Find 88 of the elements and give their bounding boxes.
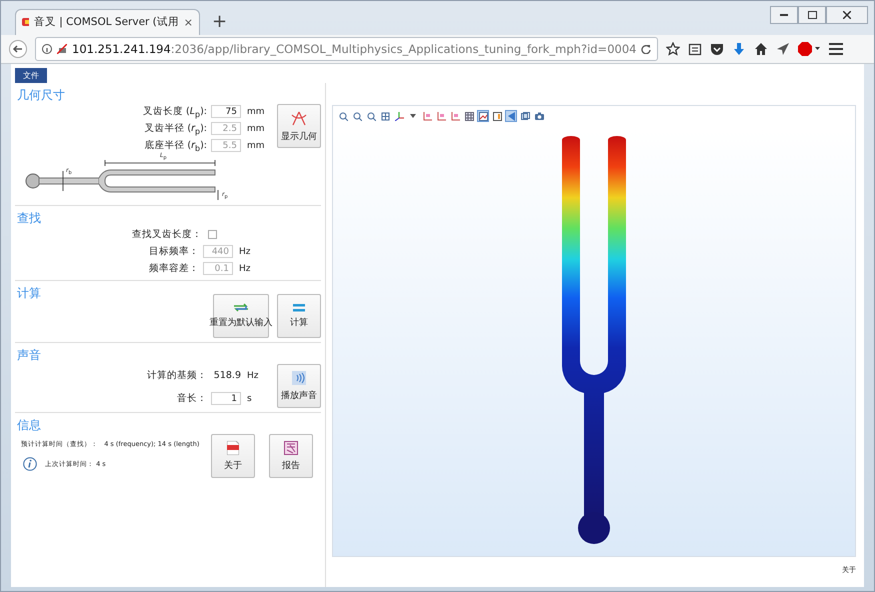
frequency-value: 518.9 [212,370,241,381]
adblock-icon[interactable] [798,42,820,56]
field-label: 底座半径 (r$_{b}$): [144,138,207,152]
equals-icon [293,304,305,312]
checkbox[interactable] [208,230,217,239]
zoom-extents-icon [380,112,390,120]
zoom-box-icon [366,112,376,120]
number-field[interactable]: 75 [211,105,241,118]
pdf-icon [227,440,239,454]
grid-icon [464,112,474,120]
tab-close-button[interactable]: × [184,16,193,29]
toolbar-button[interactable] [477,110,489,122]
field-label: 频率容差： [149,262,199,275]
insecure-lock-icon [57,44,67,54]
axes-icon [394,112,404,120]
view-icon [450,112,460,120]
unit-label: mm [247,106,266,116]
view-icon [422,112,432,120]
send-icon[interactable] [776,42,790,56]
toolbar-button[interactable] [351,110,363,122]
transparency-icon [520,112,530,120]
caret-icon [410,114,416,118]
home-icon[interactable] [754,42,768,56]
maximize-icon [808,11,816,19]
view-icon [436,112,446,120]
report-button[interactable]: 报告 [269,434,313,478]
pocket-icon[interactable] [710,42,724,56]
toolbar-button[interactable] [491,110,503,122]
field-label: 计算的基频： [147,369,207,382]
section-title: 查找 [17,210,42,227]
toolbar-button[interactable] [337,110,349,122]
unit-label: Hz [247,370,260,380]
new-tab-button[interactable]: + [212,10,228,32]
scene-icon [478,112,488,120]
toolbar-button[interactable] [365,110,377,122]
file-menu-button[interactable]: 文件 [15,68,47,83]
reload-icon[interactable] [641,44,652,54]
close-icon [843,11,851,19]
back-icon[interactable] [9,40,27,58]
info-icon [42,44,52,54]
show-geometry-button[interactable]: 显示几何 [277,104,321,148]
zoom-out-icon [352,112,362,120]
section-title: 信息 [17,417,42,434]
swap-arrows-icon [233,303,249,312]
minimize-button[interactable] [770,6,798,24]
toolbar-button[interactable] [379,110,391,122]
field-label: 叉齿半径 (r$_{p}$): [144,122,207,136]
toolbar-button[interactable] [393,110,405,122]
zoom-in-icon [338,112,348,120]
app-icon [22,18,29,26]
unit-label: mm [247,124,266,134]
report-icon [284,440,298,454]
reading-list-icon[interactable] [688,42,702,56]
toolbar-button[interactable] [435,110,447,122]
section-title: 声音 [17,347,42,364]
legend-icon [492,112,502,120]
play-sound-button[interactable]: 播放声音 [277,364,321,408]
unit-label: Hz [239,264,252,274]
menu-icon[interactable] [828,42,844,56]
unit-label: Hz [239,246,252,256]
toolbar-button[interactable] [449,110,461,122]
star-icon[interactable] [666,42,680,56]
section-title: 几何尺寸 [17,87,66,104]
about-button[interactable]: 关于 [211,434,255,478]
checkbox-label: 查找叉齿长度： [132,228,202,241]
toolbar-button[interactable] [519,110,531,122]
close-button[interactable] [826,6,868,24]
toolbar-button[interactable] [463,110,475,122]
info-icon [23,457,37,471]
address-field[interactable]: 101.251.241.194:2036/app/library_COMSOL_Multiphysics_Applications_tuning_fork_mph?id=0004 [35,36,658,61]
compass-icon [290,110,308,126]
unit-label: mm [247,140,266,150]
unit-label: s [247,394,253,404]
field-label: 目标频率： [149,245,199,258]
number-field[interactable]: 1 [211,392,241,405]
toolbar-button[interactable] [533,110,545,122]
maximize-button[interactable] [798,6,826,24]
field-label: 音长： [177,392,207,405]
camera-icon [534,112,544,120]
toolbar-button[interactable] [421,110,433,122]
section-title: 计算 [17,285,42,302]
field-label: 叉齿长度 (L$_{p}$): [143,104,207,118]
browser-tab[interactable]: 音叉 | COMSOL Server (试用 × [15,8,200,35]
light-icon [506,112,516,120]
compute-button[interactable]: 计算 [277,294,321,338]
sound-waves-icon [292,370,306,384]
download-icon[interactable] [732,42,746,56]
minimize-icon [780,14,788,16]
